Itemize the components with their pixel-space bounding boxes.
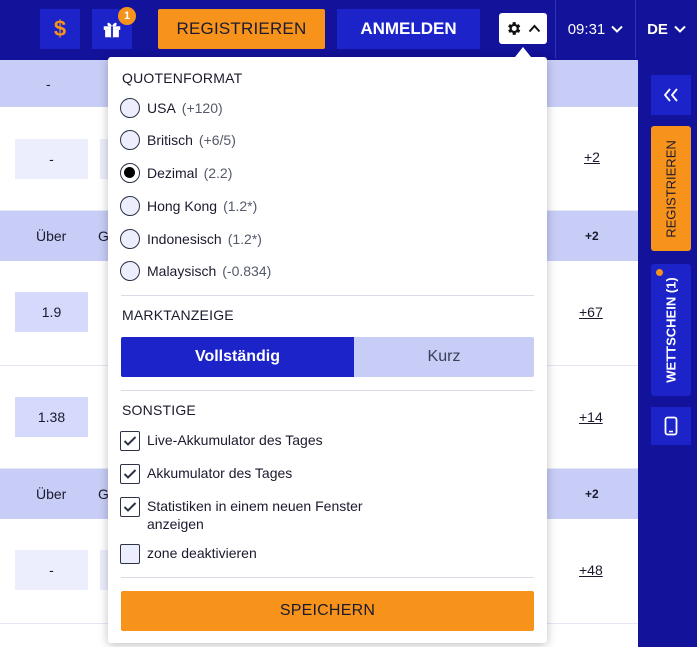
odd-button[interactable]: - — [15, 139, 88, 179]
more-markets-link[interactable]: +67 — [579, 304, 603, 320]
radio-button[interactable] — [120, 229, 140, 249]
deposit-button[interactable]: $ — [40, 9, 80, 49]
checkbox-checked[interactable] — [120, 497, 140, 517]
language-code: DE — [647, 20, 668, 38]
market-display-toggle: Vollständig Kurz — [121, 337, 534, 377]
divider — [121, 390, 534, 391]
market-display-title: MARKTANZEIGE — [122, 307, 234, 323]
login-button[interactable]: ANMELDEN — [337, 9, 480, 49]
radio-button-selected[interactable] — [120, 163, 140, 183]
option-live-accumulator[interactable]: Live-Akkumulator des Tages — [120, 431, 323, 451]
mobile-app-button[interactable] — [651, 407, 691, 445]
odds-format-option[interactable]: Dezimal (2.2) — [120, 162, 232, 184]
odds-format-option[interactable]: Indonesisch (1.2*) — [120, 228, 262, 250]
odds-format-option[interactable]: Hong Kong (1.2*) — [120, 195, 257, 217]
more-markets-link[interactable]: +48 — [579, 562, 603, 578]
register-button[interactable]: REGISTRIEREN — [158, 9, 325, 49]
option-statistics-new-window[interactable]: Statistiken in einem neuen Fenster anzei… — [120, 497, 370, 533]
checkbox-checked[interactable] — [120, 431, 140, 451]
more-markets-link[interactable]: +2 — [584, 149, 600, 165]
radio-button[interactable] — [120, 130, 140, 150]
chevron-down-icon — [611, 25, 623, 33]
checkmark-icon — [123, 436, 137, 446]
radio-button[interactable] — [120, 98, 140, 118]
settings-popover-caret — [515, 47, 531, 57]
odd-button[interactable]: 1.9 — [15, 292, 88, 332]
betslip-button[interactable]: WETTSCHEIN (1) — [651, 264, 691, 396]
other-settings-title: SONSTIGE — [122, 402, 196, 418]
language-dropdown[interactable]: DE — [635, 0, 697, 58]
odds-format-option[interactable]: Britisch (+6/5) — [120, 129, 236, 151]
top-bar: $ 1 REGISTRIEREN ANMELDEN 09:31 DE — [0, 0, 697, 60]
option-accumulator[interactable]: Akkumulator des Tages — [120, 464, 292, 484]
gear-icon — [508, 22, 521, 35]
bonus-button[interactable]: 1 — [92, 7, 136, 49]
notification-dot — [656, 269, 663, 276]
clock-time: 09:31 — [567, 20, 606, 38]
chevron-up-icon — [528, 24, 541, 33]
double-chevron-left-icon — [663, 88, 678, 102]
divider — [121, 577, 534, 578]
odds-format-option[interactable]: Malaysisch (-0.834) — [120, 260, 271, 282]
option-disable-zone[interactable]: zone deaktivieren — [120, 544, 257, 564]
odds-format-option[interactable]: USA (+120) — [120, 97, 223, 119]
save-button[interactable]: SPEICHERN — [121, 591, 534, 631]
phone-icon — [664, 416, 678, 436]
chevron-down-icon — [674, 25, 686, 33]
right-sidebar: REGISTRIEREN WETTSCHEIN (1) — [638, 60, 697, 647]
gift-badge: 1 — [118, 7, 136, 25]
checkbox-checked[interactable] — [120, 464, 140, 484]
radio-button[interactable] — [120, 261, 140, 281]
collapse-sidebar-button[interactable] — [651, 75, 691, 115]
checkbox-unchecked[interactable] — [120, 544, 140, 564]
odd-button[interactable]: - — [15, 550, 88, 590]
checkmark-icon — [123, 469, 137, 479]
settings-panel: QUOTENFORMAT USA (+120) Britisch (+6/5) … — [108, 57, 547, 643]
market-full-button[interactable]: Vollständig — [121, 337, 354, 377]
clock-dropdown[interactable]: 09:31 — [555, 0, 635, 58]
divider — [121, 295, 534, 296]
dollar-icon: $ — [53, 16, 67, 41]
checkmark-icon — [123, 502, 137, 512]
sidebar-register-button[interactable]: REGISTRIEREN — [651, 126, 691, 251]
radio-button[interactable] — [120, 196, 140, 216]
settings-button[interactable] — [499, 13, 547, 44]
market-short-button[interactable]: Kurz — [354, 337, 534, 377]
more-markets-link[interactable]: +14 — [579, 409, 603, 425]
odds-format-title: QUOTENFORMAT — [122, 70, 243, 86]
odd-button[interactable]: 1.38 — [15, 397, 88, 437]
